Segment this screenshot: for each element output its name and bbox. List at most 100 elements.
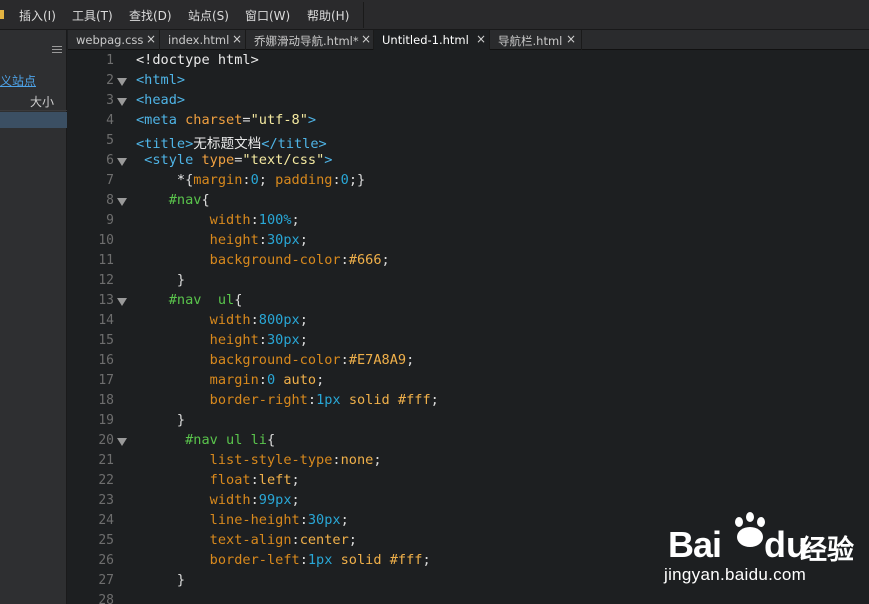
line-number: 3: [106, 93, 114, 108]
code-token: :: [242, 172, 251, 188]
code-token: }: [136, 572, 186, 588]
code-token: border-right: [136, 392, 308, 408]
code-line[interactable]: line-height:30px;: [136, 512, 349, 528]
code-line[interactable]: <title>无标题文档</title>: [136, 132, 327, 152]
fold-arrow-icon[interactable]: [117, 198, 127, 206]
code-token: :: [250, 492, 259, 508]
code-line[interactable]: }: [136, 572, 185, 588]
selected-file-row[interactable]: [0, 112, 67, 128]
code-token: :: [332, 172, 341, 188]
code-line[interactable]: border-right:1px solid #fff;: [136, 392, 439, 408]
code-token: #E7A8A9: [348, 352, 407, 368]
tab-untitled-1-html[interactable]: Untitled-1.html ×: [374, 30, 490, 50]
code-token: 0: [266, 372, 284, 388]
line-number: 19: [98, 413, 114, 428]
fold-arrow-icon[interactable]: [117, 78, 127, 86]
code-token: border-left: [136, 552, 300, 568]
code-line[interactable]: float:left;: [136, 472, 300, 488]
app-icon-fragment: [0, 10, 4, 19]
line-number: 24: [98, 513, 114, 528]
code-token: "text/css": [242, 152, 325, 168]
code-token: padding: [275, 172, 333, 188]
code-line[interactable]: <!doctype html>: [136, 52, 259, 68]
code-line[interactable]: text-align:center;: [136, 532, 357, 548]
line-number: 10: [98, 233, 114, 248]
tab-close-icon[interactable]: ×: [361, 32, 371, 46]
code-token: #666: [348, 252, 382, 268]
code-line[interactable]: background-color:#E7A8A9;: [136, 352, 415, 368]
code-line[interactable]: *{margin:0; padding:0;}: [136, 172, 365, 188]
menu-help[interactable]: 帮助(H): [307, 7, 349, 24]
code-token: 0: [250, 172, 259, 188]
code-token: >: [307, 112, 317, 128]
code-line[interactable]: }: [136, 412, 185, 428]
code-line[interactable]: width:100%;: [136, 212, 300, 228]
code-token: list-style-type: [136, 452, 333, 468]
tab-close-icon[interactable]: ×: [476, 32, 486, 46]
code-token: "utf-8": [250, 112, 308, 128]
code-token: 30px: [307, 512, 341, 528]
line-number: 20: [98, 433, 114, 448]
fold-arrow-icon[interactable]: [117, 298, 127, 306]
tab-close-icon[interactable]: ×: [146, 32, 156, 46]
baidu-jingyan-watermark: Bai du 经验 jingyan.baidu.com: [664, 510, 864, 600]
code-token: :: [250, 472, 259, 488]
code-token: ;: [316, 372, 325, 388]
code-line[interactable]: width:800px;: [136, 312, 308, 328]
menu-insert[interactable]: 插入(I): [19, 7, 56, 24]
menu-site[interactable]: 站点(S): [188, 7, 229, 24]
code-token: :: [258, 332, 267, 348]
code-token: ;: [340, 512, 349, 528]
code-line[interactable]: border-left:1px solid #fff;: [136, 552, 431, 568]
line-number: 17: [98, 373, 114, 388]
code-line[interactable]: <html>: [136, 72, 185, 88]
code-token: :: [250, 212, 259, 228]
code-line[interactable]: <style type="text/css">: [136, 152, 332, 168]
code-token: :: [299, 552, 308, 568]
define-site-link[interactable]: 义站点: [0, 72, 36, 89]
code-token: width: [136, 312, 251, 328]
fold-arrow-icon[interactable]: [117, 158, 127, 166]
code-line[interactable]: <meta charset="utf-8">: [136, 112, 316, 128]
code-line[interactable]: #nav ul{: [136, 292, 243, 308]
code-token: auto: [283, 372, 317, 388]
code-line[interactable]: }: [136, 272, 185, 288]
line-number: 26: [98, 553, 114, 568]
fold-arrow-icon[interactable]: [117, 438, 127, 446]
tab-label: Untitled-1.html: [382, 33, 469, 47]
code-token: solid: [340, 552, 390, 568]
code-line[interactable]: #nav{: [136, 192, 210, 208]
code-token: <!doctype html>: [136, 52, 259, 68]
code-line[interactable]: margin:0 auto;: [136, 372, 325, 388]
tab-close-icon[interactable]: ×: [566, 32, 576, 46]
line-number: 8: [106, 193, 114, 208]
fold-arrow-icon[interactable]: [117, 98, 127, 106]
panel-menu-icon[interactable]: [52, 46, 62, 54]
code-token: width: [136, 212, 251, 228]
tab-navbar-html[interactable]: 导航栏.html ×: [490, 30, 582, 50]
code-token: #fff: [389, 552, 423, 568]
code-line[interactable]: height:30px;: [136, 332, 308, 348]
code-token: :: [332, 452, 341, 468]
code-line[interactable]: background-color:#666;: [136, 252, 390, 268]
code-line[interactable]: <head>: [136, 92, 185, 108]
document-tab-bar: webpag.css × index.html × 乔娜滑动导航.html* ×…: [68, 30, 869, 50]
tab-slide-nav-html[interactable]: 乔娜滑动导航.html* ×: [246, 30, 374, 50]
line-number: 6: [106, 153, 114, 168]
menu-tools[interactable]: 工具(T): [72, 7, 113, 24]
tab-close-icon[interactable]: ×: [232, 32, 242, 46]
code-line[interactable]: height:30px;: [136, 232, 308, 248]
code-token: none: [340, 452, 374, 468]
code-line[interactable]: list-style-type:none;: [136, 452, 382, 468]
code-token: }: [136, 412, 186, 428]
tab-webpag-css[interactable]: webpag.css ×: [68, 30, 160, 50]
menu-window[interactable]: 窗口(W): [245, 7, 290, 24]
code-line[interactable]: width:99px;: [136, 492, 300, 508]
code-line[interactable]: #nav ul li{: [136, 432, 275, 448]
code-token: type: [201, 152, 235, 168]
tab-index-html[interactable]: index.html ×: [160, 30, 246, 50]
line-number: 1: [106, 53, 114, 68]
code-token: float: [136, 472, 251, 488]
menu-find[interactable]: 查找(D): [129, 7, 172, 24]
size-column-header[interactable]: 大小: [30, 93, 54, 110]
